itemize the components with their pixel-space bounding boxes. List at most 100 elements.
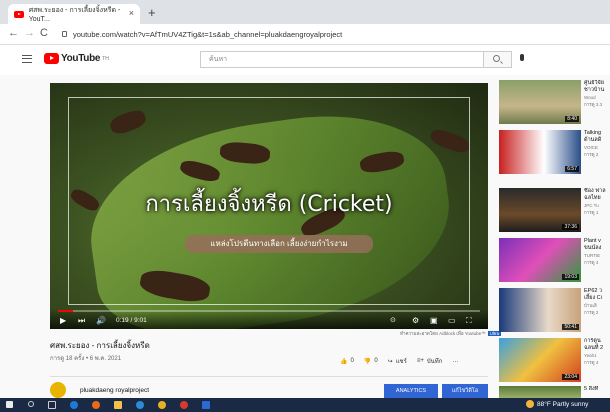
duration-badge: 23:04 [562,374,579,380]
settings-icon[interactable]: ⚙ [412,316,419,325]
youtube-play-icon [44,53,59,64]
recommendation-text: ศูนย์วิจัย ชาวบ้าน Wood การดู 3.3 [584,80,610,108]
recommendation-meta: การดู 1 [584,210,599,215]
recommendation-text: การ์ตูน ฉลนที่ 2 Yeah1 การดู 4 [584,338,610,366]
recommendation-item[interactable]: 50:41 EP62 วเลี้ยง Ci บ้านเสิ การดู 2 [499,288,610,334]
recommendation-channel: JPC Tu [584,203,599,208]
video-overlay-subtitle: แหล่งโปรตีนทางเลือก เลี้ยงง่ายกำไรงาม [185,235,373,253]
tab-close-button[interactable]: × [129,8,134,18]
share-label: แชร์ [395,359,407,365]
search-input[interactable]: ค้นหา [200,51,484,68]
divider [50,376,488,377]
recommendation-subtitle: ฉลไทย [584,195,601,201]
miniplayer-icon[interactable]: ▣ [430,316,438,325]
dislike-button[interactable]: 👎 0 [364,358,378,365]
word-icon[interactable] [202,401,210,409]
video-thumbnail: 50:41 [499,288,581,332]
video-player[interactable]: การเลี้ยงจิ้งหรีด (Cricket) แหล่งโปรตีนท… [50,83,488,329]
recommendation-subtitle: ขนน์ลง [584,245,602,251]
lock-icon [62,31,67,37]
volume-icon[interactable]: 🔊 [96,316,106,325]
tab-title: ศสพ.ระยอง - การเลี้ยงจิ้งหรีด - YouT... [28,7,121,23]
video-title: ศสพ.ระยอง - การเลี้ยงจิ้งหรีด [50,341,150,350]
task-view-icon[interactable] [48,401,56,409]
credit-text: ทำความสะอาดโดย Adblock เพื่อ Youtube™ [400,331,486,336]
save-icon: ≡+ [416,358,424,364]
menu-icon[interactable] [22,55,32,63]
more-button[interactable]: … [452,358,458,364]
video-thumbnail: 6:57 [499,130,581,174]
youtube-favicon-icon [14,10,24,18]
fullscreen-icon[interactable]: ⛶ [466,316,472,326]
youtube-logo[interactable]: YouTube TH [44,53,109,64]
file-explorer-icon[interactable] [114,401,122,409]
logo-text: YouTube [61,53,101,64]
recommendation-text: EP62 วเลี้ยง Ci บ้านเสิ การดู 2 [584,288,610,316]
recommendation-item[interactable]: 5 สิ่งที่ [499,386,610,398]
next-icon[interactable]: ⏭ [78,316,85,326]
browser-tab[interactable]: ศสพ.ระยอง - การเลี้ยงจิ้งหรีด - YouT... … [8,4,140,24]
recommendation-title: EP62 ว [584,288,603,294]
browser-tab-bar: ศสพ.ระยอง - การเลี้ยงจิ้งหรีด - YouT... … [0,0,610,24]
duration-badge: 50:41 [562,324,579,330]
analytics-button[interactable]: ANALYTICS [384,384,438,398]
weather-widget[interactable]: 88°F Partly sunny [526,400,588,408]
duration-badge: 6:57 [565,166,579,172]
like-count: 0 [350,358,354,364]
video-thumbnail: 19:03 [499,238,581,282]
url-field[interactable]: youtube.com/watch?v=AfTmUV4ZTig&t=1s&ab_… [62,27,342,41]
progress-bar[interactable] [58,310,480,312]
logo-region: TH [102,55,109,62]
edit-video-button[interactable]: แก้ไขวิดีโอ [442,384,488,398]
search-icon [493,55,500,62]
search-icon[interactable] [28,401,34,407]
dislike-count: 0 [374,358,378,364]
new-tab-button[interactable]: + [148,5,156,20]
recommendation-item[interactable]: 8:40 ศูนย์วิจัย ชาวบ้าน Wood การดู 3.3 [499,80,610,126]
forward-button[interactable]: → [24,27,35,39]
edge-icon[interactable] [70,401,78,409]
firefox-icon[interactable] [92,401,100,409]
share-button[interactable]: ↪ แชร์ [388,356,407,366]
app-icon[interactable] [136,401,144,409]
microphone-icon[interactable] [520,54,524,61]
recommendation-subtitle: ฉลนที่ 2 [584,345,604,351]
recommendation-item[interactable]: 23:04 การ์ตูน ฉลนที่ 2 Yeah1 การดู 4 [499,338,610,384]
share-icon: ↪ [387,358,393,365]
sun-icon [526,400,534,408]
play-icon[interactable]: ▶ [60,316,66,325]
recommendation-text: ซีอง ฟาล ฉลไทย JPC Tu การดู 1 [584,188,610,216]
like-button[interactable]: 👍 0 [340,358,354,365]
recommendation-item[interactable]: 37:36 ซีอง ฟาล ฉลไทย JPC Tu การดู 1 [499,188,610,234]
duration-badge: 37:36 [562,224,579,230]
app-icon[interactable] [180,401,188,409]
reload-button[interactable]: C [40,27,48,39]
progress-fill [58,310,73,312]
video-thumbnail: 8:40 [499,80,581,124]
save-button[interactable]: ≡+ บันทึก [417,356,443,366]
theater-icon[interactable]: ▭ [448,316,456,325]
recommendation-channel: TURTIE [584,253,601,258]
chrome-icon[interactable] [158,401,166,409]
recommendation-subtitle: ด้านลดิ [584,137,602,143]
channel-name[interactable]: pluakdaeng royalproject [80,387,149,394]
video-thumbnail: 23:04 [499,338,581,382]
recommendation-text: 5 สิ่งที่ [584,386,610,393]
time-display: 0:19 / 9:01 [116,317,147,324]
recommendation-item[interactable]: 6:57 Talking ด้านลดิ VOICE การดู 2 [499,130,610,176]
video-meta: การดู 18 ครั้ง • 6 พ.ค. 2021 [50,356,122,362]
youtube-header: YouTube TH ค้นหา [0,45,610,75]
recommendation-item[interactable]: 19:03 Plant v ขนน์ลง TURTIE การดู 4 [499,238,610,284]
windows-start-icon[interactable] [6,401,13,408]
search-button[interactable] [484,51,512,68]
video-actions: 👍 0 👎 0 ↪ แชร์ ≡+ บันทึก … [340,356,458,366]
back-button[interactable]: ← [8,27,19,39]
autoplay-toggle-icon[interactable]: ⊙ [390,316,396,324]
recommendation-subtitle: เลี้ยง Ci [584,295,602,301]
url-text: youtube.com/watch?v=AfTmUV4ZTig&t=1s&ab_… [73,29,343,39]
save-label: บันทึก [426,359,443,365]
recommendation-meta: การดู 3.3 [584,102,603,107]
recommendation-title: 5 สิ่งที่ [584,386,599,392]
channel-avatar[interactable] [50,382,66,398]
address-bar: ← → C youtube.com/watch?v=AfTmUV4ZTig&t=… [0,24,610,45]
